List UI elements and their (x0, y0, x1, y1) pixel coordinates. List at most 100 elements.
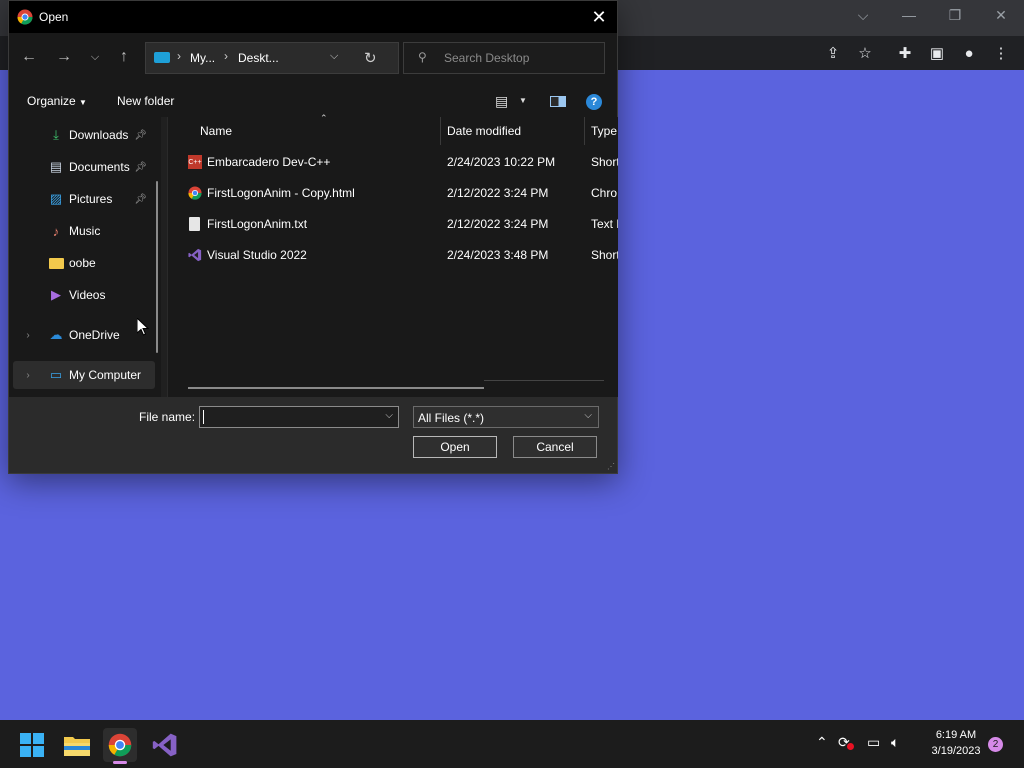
chrome-icon (17, 9, 33, 25)
horizontal-scroll-track (484, 380, 604, 381)
nav-item-label: Documents (69, 160, 130, 174)
mouse-pointer-icon (137, 318, 149, 336)
resize-grip-icon[interactable]: ⋰ (607, 462, 615, 471)
new-folder-button[interactable]: New folder (117, 94, 174, 108)
nav-item-oobe[interactable]: oobe (47, 249, 157, 277)
view-options-icon[interactable]: ▤ (495, 93, 508, 110)
chrome-icon[interactable] (103, 728, 137, 764)
restore-icon[interactable]: ❐ (932, 0, 978, 30)
column-header-type[interactable]: Type (591, 124, 617, 138)
search-box[interactable]: ⚲ Search Desktop (403, 42, 605, 74)
dialog-title: Open (39, 10, 69, 24)
document-icon: ▤ (49, 159, 63, 174)
command-bar: Organize ▼ New folder ▤ ▼ ? (9, 85, 617, 117)
sync-icon[interactable]: ⟳ (838, 734, 854, 751)
nav-item-label: oobe (69, 256, 96, 270)
file-date: 2/24/2023 10:22 PM (447, 155, 556, 169)
clock-time[interactable]: 6:19 AM (922, 729, 990, 741)
profile-icon[interactable]: ● (958, 42, 980, 64)
column-header-name[interactable]: Name (200, 124, 232, 138)
column-header-date[interactable]: Date modified (447, 124, 521, 138)
file-explorer-icon[interactable] (60, 728, 94, 762)
file-date: 2/12/2022 3:24 PM (447, 217, 549, 231)
close-icon[interactable]: ✕ (978, 0, 1024, 30)
network-icon[interactable]: ▭ (867, 734, 880, 751)
refresh-icon[interactable]: ↻ (364, 49, 377, 67)
side-panel-icon[interactable]: ▣ (926, 42, 948, 64)
file-name-field[interactable]: ⌵ (199, 406, 399, 428)
search-icon: ⚲ (418, 50, 427, 64)
file-type-select[interactable]: All Files (*.*) ⌵ (413, 406, 599, 428)
nav-item-downloads[interactable]: ⤓ Downloads 📌︎ (47, 121, 157, 149)
start-icon[interactable] (15, 728, 49, 762)
search-input[interactable]: Search Desktop (444, 51, 529, 65)
forward-arrow-icon[interactable]: → (52, 45, 76, 69)
share-icon[interactable]: ⇪ (822, 42, 844, 64)
download-icon: ⤓ (53, 127, 59, 142)
file-row[interactable]: Visual Studio 2022 2/24/2023 3:48 PM Sho… (168, 241, 618, 269)
expand-chevron-icon[interactable]: › (19, 327, 37, 343)
address-bar[interactable]: › My... › Deskt... ⌵ ↻ (145, 42, 399, 74)
help-icon[interactable]: ? (586, 94, 602, 110)
show-hidden-icons-chevron-icon[interactable]: ⌃ (816, 734, 828, 751)
nav-item-music[interactable]: ♪ Music (47, 217, 157, 245)
nav-item-label: Music (69, 224, 101, 238)
column-divider[interactable] (440, 117, 441, 145)
desktop-folder-icon (154, 52, 170, 63)
chevron-down-icon[interactable]: ▼ (519, 96, 527, 105)
file-type: Chro (591, 186, 618, 200)
clock-date[interactable]: 3/19/2023 (922, 745, 990, 757)
file-name: Embarcadero Dev-C++ (207, 155, 331, 169)
nav-item-label: My Computer (69, 368, 142, 382)
nav-item-pictures[interactable]: ▨ Pictures 📌︎ (47, 185, 157, 213)
pin-icon: 📌︎ (134, 161, 147, 173)
back-arrow-icon[interactable]: ← (17, 45, 41, 69)
minimize-icon[interactable]: — (886, 0, 932, 30)
visual-studio-icon[interactable] (148, 728, 182, 762)
column-divider[interactable] (584, 117, 585, 145)
nav-item-documents[interactable]: ▤ Documents 📌︎ (47, 153, 157, 181)
volume-icon[interactable]: 🔈︎ (891, 734, 899, 751)
cancel-button[interactable]: Cancel (513, 436, 597, 458)
file-list: ⌃ Name Date modified Type C++ Embarcader… (167, 113, 618, 397)
open-dialog: Open ✕ ← → ⌵ ↑ › My... › Deskt... ⌵ ↻ ⚲ … (8, 0, 618, 474)
chevron-down-icon: ⌵ (584, 410, 592, 421)
address-dropdown-icon[interactable]: ⌵ (330, 50, 338, 63)
extensions-icon[interactable]: ✚ (894, 42, 916, 64)
breadcrumb-segment[interactable]: My... (190, 51, 215, 65)
dialog-titlebar: Open ✕ (9, 1, 617, 33)
up-arrow-icon[interactable]: ↑ (112, 45, 136, 69)
open-button[interactable]: Open (413, 436, 497, 458)
pictures-icon: ▨ (49, 191, 63, 206)
menu-icon[interactable]: ⋮ (990, 42, 1012, 64)
chevron-down-icon[interactable]: ⌵ (840, 0, 886, 30)
file-name: FirstLogonAnim - Copy.html (207, 186, 355, 200)
file-row[interactable]: FirstLogonAnim.txt 2/12/2022 3:24 PM Tex… (168, 210, 618, 238)
navigation-pane: ⤓ Downloads 📌︎ ▤ Documents 📌︎ ▨ Pictures… (9, 117, 161, 397)
computer-icon: ▭ (49, 367, 63, 382)
file-row[interactable]: C++ Embarcadero Dev-C++ 2/24/2023 10:22 … (168, 148, 618, 176)
nav-item-videos[interactable]: ▶ Videos (47, 281, 157, 309)
star-icon[interactable]: ☆ (854, 42, 876, 64)
folder-icon (47, 255, 65, 271)
preview-pane-icon[interactable] (550, 96, 566, 107)
close-icon[interactable]: ✕ (587, 5, 611, 29)
dialog-footer: File name: ⌵ All Files (*.*) ⌵ Open Canc… (9, 397, 617, 473)
file-row[interactable]: FirstLogonAnim - Copy.html 2/12/2022 3:2… (168, 179, 618, 207)
pin-icon: 📌︎ (134, 129, 147, 141)
organize-button[interactable]: Organize ▼ (27, 94, 87, 108)
onedrive-icon: ☁ (49, 327, 63, 342)
active-app-indicator (113, 761, 127, 764)
breadcrumb-segment[interactable]: Deskt... (238, 51, 279, 65)
nav-item-label: Downloads (69, 128, 129, 142)
horizontal-scrollbar[interactable] (188, 387, 484, 389)
navigation-row: ← → ⌵ ↑ › My... › Deskt... ⌵ ↻ ⚲ Search … (9, 33, 617, 85)
nav-item-my-computer[interactable]: › ▭ My Computer (13, 361, 155, 389)
sync-error-dot (847, 743, 854, 750)
recent-locations-chevron-icon[interactable]: ⌵ (83, 45, 107, 69)
chevron-down-icon[interactable]: ⌵ (385, 410, 393, 421)
expand-chevron-icon[interactable]: › (19, 367, 37, 383)
notification-badge[interactable]: 2 (988, 737, 1003, 752)
file-name: Visual Studio 2022 (207, 248, 307, 262)
nav-scrollbar[interactable] (156, 181, 158, 353)
